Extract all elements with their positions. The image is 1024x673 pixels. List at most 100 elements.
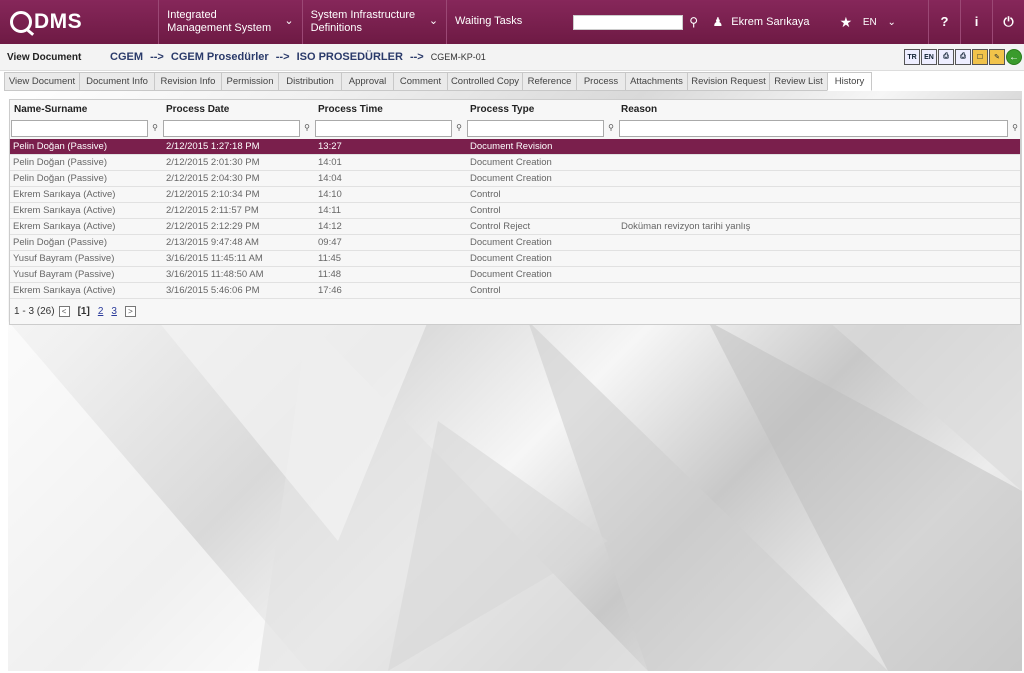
cell-time: 11:48 <box>318 269 342 280</box>
language-en-icon[interactable]: EN <box>921 49 937 65</box>
table-row[interactable]: Pelin Doğan (Passive) 2/12/2015 2:01:30 … <box>10 155 1020 171</box>
tab-view-document[interactable]: View Document <box>4 72 79 91</box>
search-icon[interactable]: ⚲ <box>685 15 703 29</box>
print-copy-icon[interactable]: ⎙ <box>955 49 971 65</box>
column-header-name-surname[interactable]: Name-Surname <box>14 104 87 115</box>
tab-history[interactable]: History <box>827 72 872 91</box>
table-row[interactable]: Ekrem Sarıkaya (Active) 2/12/2015 2:12:2… <box>10 219 1020 235</box>
search-input[interactable] <box>572 14 683 30</box>
page-title: View Document <box>7 51 82 63</box>
cell-reason: Doküman revizyon tarihi yanlış <box>621 221 751 232</box>
filter-reason-input[interactable] <box>619 120 1008 137</box>
filter-icon[interactable]: ⚲ <box>606 123 616 132</box>
cell-type: Document Creation <box>470 253 552 264</box>
cell-date: 2/12/2015 2:12:29 PM <box>166 221 260 232</box>
cell-type: Document Creation <box>470 237 552 248</box>
language-tr-icon[interactable]: TR <box>904 49 920 65</box>
cell-name: Ekrem Sarıkaya (Active) <box>13 221 116 232</box>
cell-date: 3/16/2015 5:46:06 PM <box>166 285 260 296</box>
history-grid: Name-Surname Process Date Process Time P… <box>9 99 1021 325</box>
filter-process-time-input[interactable] <box>315 120 452 137</box>
cell-time: 14:01 <box>318 157 342 168</box>
favorites-star-icon[interactable]: ★ <box>835 14 857 31</box>
table-row[interactable]: Yusuf Bayram (Passive) 3/16/2015 11:48:5… <box>10 267 1020 283</box>
help-icon[interactable]: ? <box>928 0 960 44</box>
tab-distribution[interactable]: Distribution <box>278 72 341 91</box>
nav-integrated-management-system[interactable]: Integrated Management System ⌄ <box>158 0 301 44</box>
column-header-reason[interactable]: Reason <box>621 104 657 115</box>
pagination-current-page: [1] <box>77 306 90 317</box>
cell-name: Pelin Doğan (Passive) <box>13 237 107 248</box>
content-area: Name-Surname Process Date Process Time P… <box>8 91 1022 671</box>
breadcrumb-item-cgem[interactable]: CGEM <box>110 51 143 63</box>
app-logo[interactable]: DMS <box>0 0 158 44</box>
nav-item-label: Integrated Management System <box>167 9 272 34</box>
back-arrow-icon[interactable]: ← <box>1006 49 1022 65</box>
cell-date: 2/12/2015 2:01:30 PM <box>166 157 260 168</box>
tab-review-list[interactable]: Review List <box>769 72 827 91</box>
chevron-down-icon: ⌄ <box>887 16 896 28</box>
filter-name-surname-input[interactable] <box>11 120 148 137</box>
tab-comment[interactable]: Comment <box>393 72 447 91</box>
pagination-page-2[interactable]: 2 <box>98 306 104 317</box>
filter-process-date-input[interactable] <box>163 120 300 137</box>
cell-type: Document Revision <box>470 141 553 152</box>
breadcrumb-item-iso-prosedurler[interactable]: ISO PROSEDÜRLER <box>297 51 403 63</box>
pagination: 1 - 3 (26) < [1] 2 3 > <box>14 306 140 317</box>
print-icon[interactable]: ⎙ <box>938 49 954 65</box>
filter-process-type-input[interactable] <box>467 120 604 137</box>
tab-permission[interactable]: Permission <box>221 72 278 91</box>
table-row[interactable]: Pelin Doğan (Passive) 2/12/2015 2:04:30 … <box>10 171 1020 187</box>
filter-icon[interactable]: ⚲ <box>302 123 312 132</box>
table-row[interactable]: Pelin Doğan (Passive) 2/12/2015 1:27:18 … <box>10 139 1020 155</box>
cell-name: Ekrem Sarıkaya (Active) <box>13 285 116 296</box>
language-selector[interactable]: EN ⌄ <box>857 17 928 28</box>
chevron-down-icon: ⌄ <box>284 15 294 27</box>
nav-system-infrastructure-definitions[interactable]: System Infrastructure Definitions ⌄ <box>301 0 446 44</box>
logo-text: DMS <box>34 10 83 33</box>
cell-type: Document Creation <box>470 173 552 184</box>
filter-icon[interactable]: ⚲ <box>1010 123 1020 132</box>
tab-controlled-copy[interactable]: Controlled Copy <box>447 72 522 91</box>
table-row[interactable]: Pelin Doğan (Passive) 2/13/2015 9:47:48 … <box>10 235 1020 251</box>
top-bar: DMS Integrated Management System ⌄ Syste… <box>0 0 1024 44</box>
tab-reference[interactable]: Reference <box>522 72 576 91</box>
cell-time: 17:46 <box>318 285 342 296</box>
cell-date: 3/16/2015 11:48:50 AM <box>166 269 264 280</box>
chevron-left-icon[interactable]: < <box>58 306 70 317</box>
cell-name: Yusuf Bayram (Passive) <box>13 253 115 264</box>
power-icon[interactable]: ⏻ <box>992 0 1024 44</box>
tab-attachments[interactable]: Attachments <box>625 72 687 91</box>
table-row[interactable]: Ekrem Sarıkaya (Active) 2/12/2015 2:11:5… <box>10 203 1020 219</box>
table-row[interactable]: Yusuf Bayram (Passive) 3/16/2015 11:45:1… <box>10 251 1020 267</box>
cell-time: 14:12 <box>318 221 342 232</box>
nav-waiting-tasks[interactable]: Waiting Tasks <box>446 0 569 44</box>
column-header-process-date[interactable]: Process Date <box>166 104 229 115</box>
cell-time: 11:45 <box>318 253 342 264</box>
table-row[interactable]: Ekrem Sarıkaya (Active) 2/12/2015 2:10:3… <box>10 187 1020 203</box>
cell-type: Control Reject <box>470 221 531 232</box>
cell-type: Document Creation <box>470 157 552 168</box>
filter-icon[interactable]: ⚲ <box>454 123 464 132</box>
clipboard-icon[interactable]: ☐ <box>972 49 988 65</box>
tab-revision-request[interactable]: Revision Request <box>687 72 769 91</box>
chevron-right-icon[interactable]: > <box>124 306 136 317</box>
breadcrumb-item-document-code: CGEM-KP-01 <box>430 52 486 62</box>
column-header-process-type[interactable]: Process Type <box>470 104 534 115</box>
breadcrumb-item-cgem-prosedurler[interactable]: CGEM Prosedürler <box>171 51 269 63</box>
tab-revision-info[interactable]: Revision Info <box>154 72 221 91</box>
pagination-page-3[interactable]: 3 <box>111 306 117 317</box>
cell-time: 13:27 <box>318 141 342 152</box>
cell-date: 2/12/2015 1:27:18 PM <box>166 141 260 152</box>
user-menu[interactable]: ♟ Ekrem Sarıkaya <box>713 15 832 29</box>
tab-document-info[interactable]: Document Info <box>79 72 154 91</box>
cell-name: Pelin Doğan (Passive) <box>13 157 107 168</box>
info-icon[interactable]: i <box>960 0 992 44</box>
tab-approval[interactable]: Approval <box>341 72 393 91</box>
edit-note-icon[interactable]: ✎ <box>989 49 1005 65</box>
language-label: EN <box>862 16 877 28</box>
tab-process[interactable]: Process <box>576 72 625 91</box>
filter-icon[interactable]: ⚲ <box>150 123 160 132</box>
table-row[interactable]: Ekrem Sarıkaya (Active) 3/16/2015 5:46:0… <box>10 283 1020 299</box>
column-header-process-time[interactable]: Process Time <box>318 104 383 115</box>
